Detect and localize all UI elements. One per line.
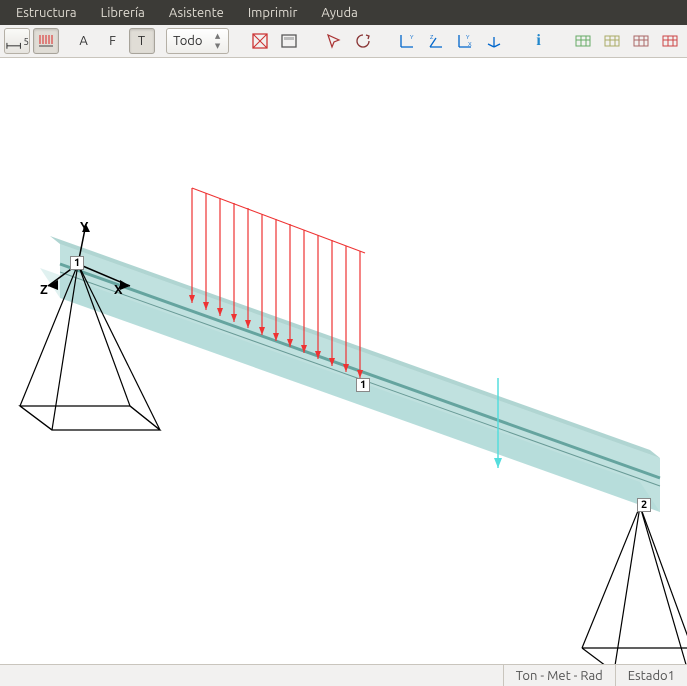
node-label-2: 2 — [637, 498, 651, 512]
tool-window[interactable] — [276, 28, 302, 54]
tool-letter-f[interactable]: F — [100, 28, 126, 54]
chevron-down-icon: ▼ — [211, 41, 225, 51]
tool-letter-t[interactable]: T — [129, 28, 155, 54]
tool-table-2[interactable] — [599, 28, 625, 54]
filter-combo-spinner[interactable]: ▲ ▼ — [211, 31, 225, 51]
tool-table-1[interactable] — [570, 28, 596, 54]
tool-rotate[interactable] — [350, 28, 376, 54]
axis-label-x: X — [114, 283, 123, 297]
svg-text:Z: Z — [430, 34, 434, 41]
tool-table-4[interactable] — [657, 28, 683, 54]
statusbar: Ton - Met - Rad Estado1 — [0, 664, 687, 686]
tool-axes-xy[interactable]: Y — [394, 28, 420, 54]
info-icon: i — [536, 32, 540, 50]
tool-letter-a[interactable]: A — [71, 28, 97, 54]
toolbar: 5 A F T Todo ▲ ▼ Y Z YX — [0, 25, 687, 58]
tool-loads-diagram[interactable] — [33, 28, 59, 54]
menu-ayuda[interactable]: Ayuda — [309, 2, 369, 24]
filter-combo[interactable]: Todo ▲ ▼ — [166, 28, 229, 54]
menu-libreria[interactable]: Librería — [89, 2, 157, 24]
menu-asistente[interactable]: Asistente — [157, 2, 236, 24]
menubar: Estructura Librería Asistente Imprimir A… — [0, 0, 687, 25]
tool-cursor-3d[interactable] — [321, 28, 347, 54]
chevron-up-icon: ▲ — [211, 31, 225, 41]
axis-label-y: Y — [80, 220, 88, 234]
tool-axes-3d[interactable] — [481, 28, 507, 54]
tool-dimension-5-label: 5 — [23, 36, 29, 47]
support-right — [582, 506, 687, 672]
tool-table-3[interactable] — [628, 28, 654, 54]
viewport-3d[interactable]: Y X Z 1 2 1 — [0, 58, 687, 658]
load-label-1: 1 — [356, 378, 370, 392]
axis-label-z: Z — [40, 283, 48, 297]
status-units: Ton - Met - Rad — [503, 665, 615, 686]
menu-imprimir[interactable]: Imprimir — [236, 2, 310, 24]
svg-text:Y: Y — [410, 34, 414, 41]
filter-combo-value: Todo — [173, 34, 202, 48]
svg-text:X: X — [468, 41, 472, 48]
menu-estructura[interactable]: Estructura — [4, 2, 89, 24]
tool-axes-yx[interactable]: YX — [452, 28, 478, 54]
tool-select-box[interactable] — [247, 28, 273, 54]
svg-text:Y: Y — [466, 34, 470, 41]
status-state: Estado1 — [615, 665, 687, 686]
node-label-1: 1 — [70, 256, 84, 270]
tool-dimension-5[interactable]: 5 — [4, 28, 30, 54]
tool-info[interactable]: i — [526, 28, 552, 54]
tool-axes-zx[interactable]: Z — [423, 28, 449, 54]
